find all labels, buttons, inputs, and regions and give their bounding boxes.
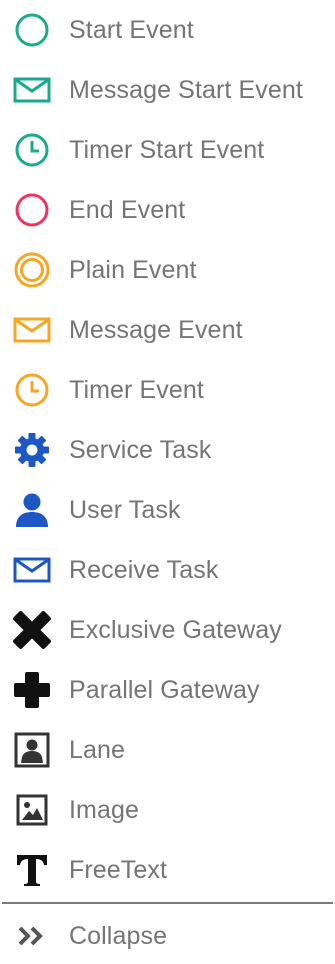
palette-item-label: Image [69,795,139,824]
palette-item-freetext[interactable]: FreeText [0,842,335,898]
palette-item-start-event[interactable]: Start Event [0,2,335,58]
message-event-icon [10,308,54,352]
double-chevron-right-icon [10,914,54,958]
envelope-icon [10,548,54,592]
timer-start-event-icon [10,128,54,172]
plain-event-icon [10,248,54,292]
palette-item-user-task[interactable]: User Task [0,482,335,538]
palette-item-label: Service Task [69,435,212,464]
palette-item-message-start-event[interactable]: Message Start Event [0,62,335,118]
palette-item-timer-event[interactable]: Timer Event [0,362,335,418]
plus-icon [10,668,54,712]
image-icon [10,788,54,832]
text-icon [10,848,54,892]
palette-item-message-event[interactable]: Message Event [0,302,335,358]
palette-item-label: Lane [69,735,126,764]
palette-item-label: User Task [69,495,181,524]
start-event-icon [10,8,54,52]
palette-item-label: FreeText [69,855,168,884]
lane-icon [10,728,54,772]
gear-icon [10,428,54,472]
palette-item-label: Exclusive Gateway [69,615,282,644]
palette-item-label: Timer Event [69,375,204,404]
palette-item-exclusive-gateway[interactable]: Exclusive Gateway [0,602,335,658]
palette-item-label: Parallel Gateway [69,675,260,704]
palette-divider [2,902,333,904]
palette-item-label: Start Event [69,15,194,44]
user-icon [10,488,54,532]
x-cross-icon [10,608,54,652]
palette-item-label: Timer Start Event [69,135,265,164]
palette-item-label: Receive Task [69,555,219,584]
message-start-event-icon [10,68,54,112]
palette-item-receive-task[interactable]: Receive Task [0,542,335,598]
timer-event-icon [10,368,54,412]
palette-item-lane[interactable]: Lane [0,722,335,778]
palette-item-image[interactable]: Image [0,782,335,838]
bpmn-palette: Start Event Message Start Event Timer St… [0,0,335,954]
palette-item-service-task[interactable]: Service Task [0,422,335,478]
palette-item-parallel-gateway[interactable]: Parallel Gateway [0,662,335,718]
palette-item-label: Message Start Event [69,75,303,104]
palette-item-timer-start-event[interactable]: Timer Start Event [0,122,335,178]
end-event-icon [10,188,54,232]
palette-item-label: Plain Event [69,255,197,284]
collapse-button[interactable]: Collapse [0,908,335,964]
palette-item-label: Message Event [69,315,243,344]
collapse-label: Collapse [69,921,168,950]
palette-item-label: End Event [69,195,186,224]
palette-item-end-event[interactable]: End Event [0,182,335,238]
palette-item-plain-event[interactable]: Plain Event [0,242,335,298]
